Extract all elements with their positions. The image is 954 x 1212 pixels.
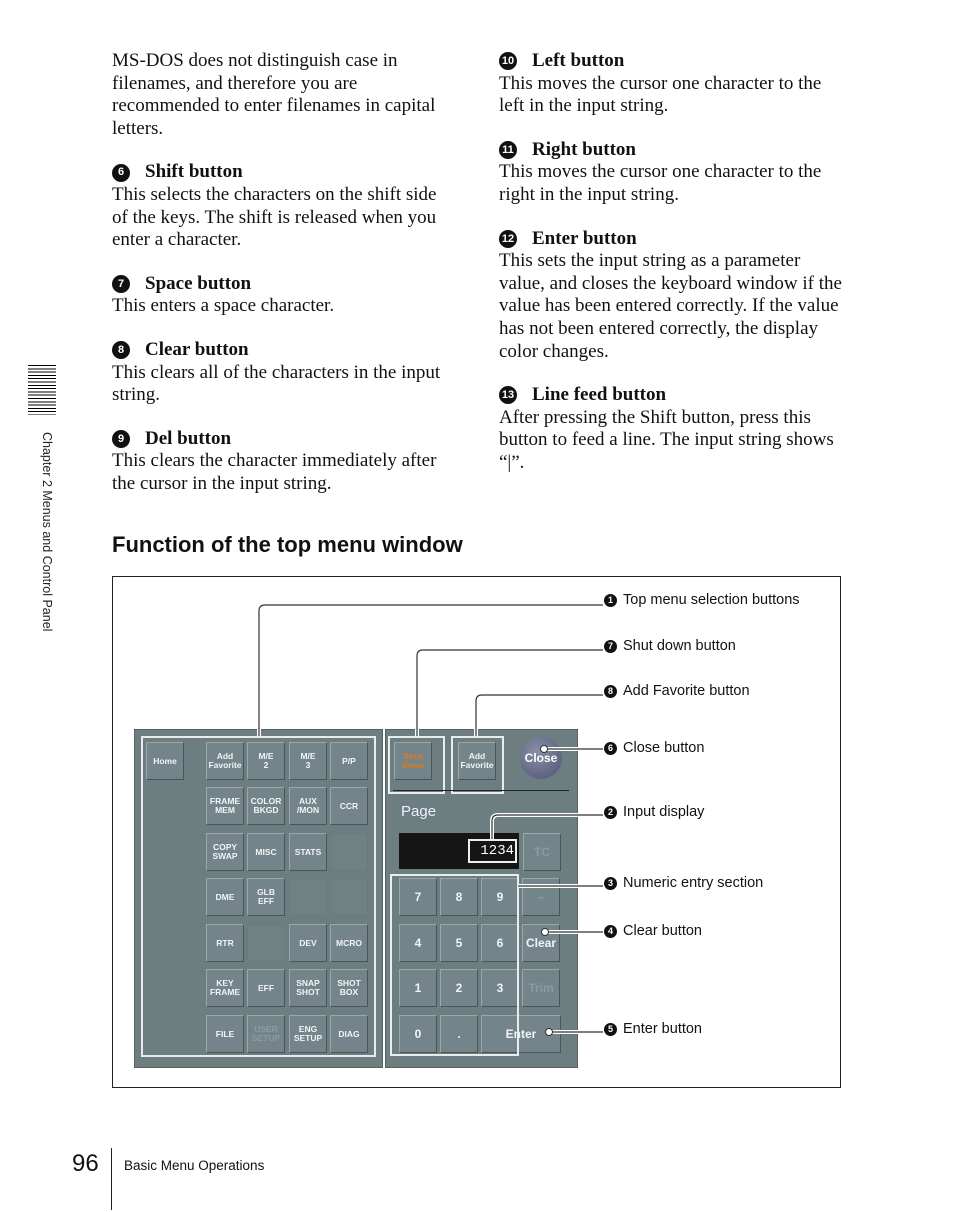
item-title: Clear button (145, 338, 249, 360)
item-number-badge: 10 (499, 52, 517, 71)
item-text: This moves the cursor one character to t… (499, 161, 822, 205)
chapter-tab-marker (28, 365, 56, 415)
leader-input-display (491, 814, 603, 839)
item-heading: 8 Clear button (112, 339, 457, 362)
item-heading: 12 Enter button (499, 228, 844, 251)
item-number-badge: 6 (112, 163, 130, 182)
item-title: Line feed button (532, 384, 667, 406)
chapter-label: Chapter 2 Menus and Control Panel (40, 432, 54, 632)
item-text: This enters a space character. (112, 295, 335, 317)
description-item: 13 Line feed button After pressing the Shi… (499, 384, 844, 474)
item-text: This clears all of the characters in the… (112, 361, 441, 406)
leader-top-menu (257, 603, 603, 736)
item-title: Del button (145, 427, 232, 449)
leader-add-favorite (474, 693, 603, 736)
footer-divider (111, 1148, 112, 1210)
item-heading: 9 Del button (112, 428, 457, 451)
leader-add-favorite (475, 694, 603, 736)
item-title: Left button (532, 50, 625, 71)
item-heading: 6 Shift button (112, 161, 457, 184)
manual-page: Chapter 2 Menus and Control Panel MS-DOS… (0, 0, 954, 1212)
item-number-badge: 12 (499, 229, 517, 248)
section-title: Function of the top menu window (112, 532, 463, 557)
intro-text: MS-DOS does not distinguish case in file… (112, 50, 436, 139)
item-text: This sets the input string as a paramete… (499, 250, 842, 362)
description-item: 11 Right button This moves the cursor one … (499, 139, 844, 207)
item-number-badge: 7 (112, 275, 130, 294)
leader-input-display (490, 813, 603, 839)
description-item: 6 Shift button This selects the characters… (112, 161, 457, 251)
description-item: 8 Clear button This clears all of the char… (112, 339, 457, 407)
item-number-badge: 11 (499, 141, 517, 160)
item-text: This moves the cursor one character to t… (499, 72, 822, 117)
item-number-badge: 8 (112, 341, 130, 360)
item-heading: 11 Right button (499, 139, 844, 162)
item-heading: 13 Line feed button (499, 384, 844, 407)
item-text: After pressing the Shift button, press t… (499, 406, 834, 473)
item-text: This selects the characters on the shift… (112, 183, 437, 251)
item-heading: 10 Left button (499, 50, 844, 73)
item-heading: 7 Space button (112, 273, 457, 296)
description-item: 9 Del button This clears the character imm… (112, 428, 457, 496)
item-number-badge: 9 (112, 430, 130, 449)
item-title: Enter button (532, 227, 637, 249)
item-number-badge: 13 (499, 386, 517, 405)
item-title: Shift button (145, 161, 243, 183)
callout-leader-lines (257, 603, 603, 1036)
leader-endpoint (541, 928, 549, 936)
description-item: 10 Left button This moves the cursor one c… (499, 50, 844, 118)
description-item: 12 Enter button This sets the input string… (499, 228, 844, 364)
left-column: MS-DOS does not distinguish case in file… (112, 50, 457, 517)
leader-endpoint (545, 1028, 553, 1036)
page-number: 96 (72, 1150, 99, 1177)
right-column: 10 Left button This moves the cursor one c… (499, 50, 844, 496)
leader-top-menu (258, 604, 603, 736)
leader-endpoint (540, 745, 548, 753)
item-title: Right button (532, 138, 636, 160)
footer-section: Basic Menu Operations (124, 1158, 265, 1173)
item-text: This clears the character immediately af… (112, 450, 437, 494)
description-item: 7 Space button This enters a space charact… (112, 273, 457, 318)
item-title: Space button (145, 272, 252, 294)
top-menu-window-figure: Home Add Favorite M/E 2 M/E 3 P/P FRAME MEM CO… (112, 576, 841, 1088)
